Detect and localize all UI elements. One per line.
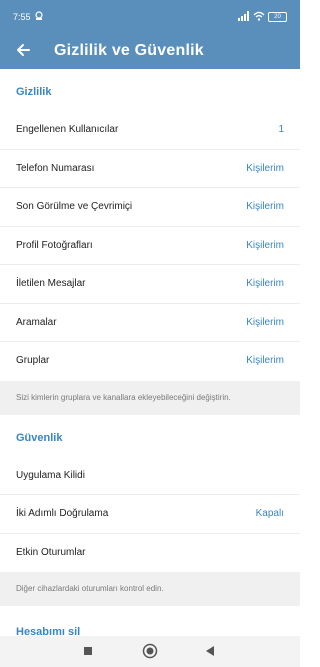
status-time: 7:55 — [13, 12, 31, 22]
calls-row[interactable]: Aramalar Kişilerim — [0, 304, 300, 342]
arrow-left-icon — [17, 44, 30, 56]
delete-account-header: Hesabımı sil — [16, 626, 81, 636]
back-nav-button[interactable] — [202, 643, 218, 659]
row-value: Kişilerim — [246, 316, 284, 328]
row-label: Profil Fotoğrafları — [16, 239, 93, 251]
row-value: Kişilerim — [246, 355, 284, 366]
triangle-left-icon — [206, 646, 214, 656]
row-label: İki Adımlı Doğrulama — [16, 508, 109, 519]
last-seen-row[interactable]: Son Görülme ve Çevrimiçi Kişilerim — [0, 188, 300, 227]
row-label: Etkin Oturumlar — [16, 546, 86, 558]
row-label: Aramalar — [16, 316, 57, 328]
settings-list[interactable]: Gizlilik Engellenen Kullanıcılar 1 Telef… — [0, 69, 300, 636]
row-label: Gruplar — [16, 355, 50, 366]
row-value: Kapalı — [255, 508, 284, 519]
wifi-icon — [253, 11, 265, 23]
profile-photos-row[interactable]: Profil Fotoğrafları Kişilerim — [0, 227, 300, 265]
system-nav-bar — [0, 636, 300, 667]
row-label: Uygulama Kilidi — [16, 469, 85, 481]
app-lock-row[interactable]: Uygulama Kilidi — [0, 457, 300, 495]
recents-button[interactable] — [80, 643, 96, 659]
row-value: 1 — [278, 124, 284, 135]
battery-icon: 20 — [268, 10, 287, 22]
square-icon — [84, 647, 92, 655]
row-label: Engellenen Kullanıcılar — [16, 124, 119, 135]
back-button[interactable] — [11, 38, 35, 62]
row-value: Kişilerim — [246, 162, 284, 174]
row-label: Son Görülme ve Çevrimiçi — [16, 201, 133, 212]
circle-icon — [142, 643, 158, 659]
page-title: Gizlilik ve Güvenlik — [54, 42, 204, 59]
row-label: Telefon Numarası — [16, 162, 95, 174]
battery-level: 20 — [268, 12, 287, 22]
row-value: Kişilerim — [246, 201, 284, 212]
active-sessions-row[interactable]: Etkin Oturumlar — [0, 534, 300, 573]
forwarded-messages-row[interactable]: İletilen Mesajlar Kişilerim — [0, 265, 300, 304]
security-footer-note: Diğer cihazlardaki oturumları kontrol ed… — [0, 572, 300, 606]
groups-row[interactable]: Gruplar Kişilerim — [0, 342, 300, 381]
phone-number-row[interactable]: Telefon Numarası Kişilerim — [0, 150, 300, 188]
two-step-verification-row[interactable]: İki Adımlı Doğrulama Kapalı — [0, 495, 300, 534]
blocked-users-row[interactable]: Engellenen Kullanıcılar 1 — [0, 111, 300, 150]
status-bar: 7:55 20 — [0, 0, 300, 33]
privacy-section-header: Gizlilik — [16, 86, 52, 98]
privacy-footer-note: Sizi kimlerin gruplara ve kanallara ekle… — [0, 380, 300, 415]
signal-icon — [238, 11, 250, 23]
row-label: İletilen Mesajlar — [16, 278, 86, 289]
home-button[interactable] — [142, 643, 158, 659]
notification-icon — [34, 11, 44, 23]
row-value: Kişilerim — [246, 278, 284, 289]
app-bar: Gizlilik ve Güvenlik — [0, 33, 300, 69]
row-value: Kişilerim — [246, 239, 284, 251]
security-section-header: Güvenlik — [16, 431, 63, 444]
